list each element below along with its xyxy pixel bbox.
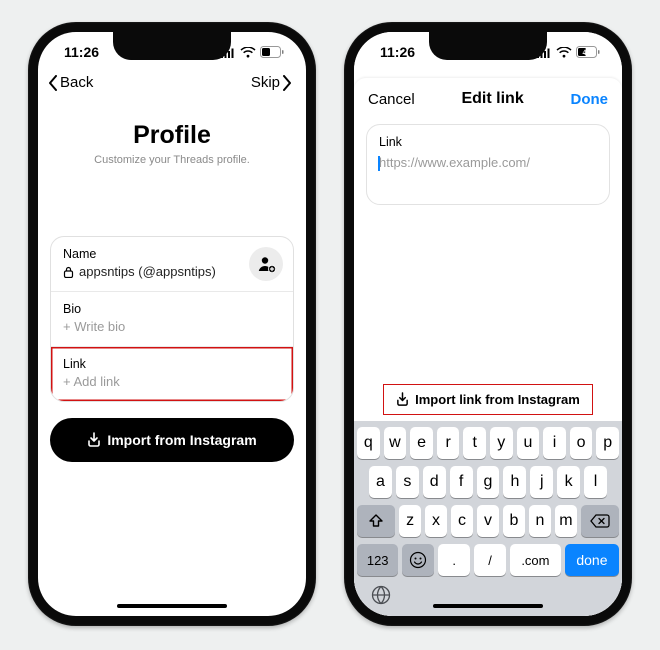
name-value: appsntips (@appsntips) xyxy=(79,264,216,279)
import-instagram-button[interactable]: Import from Instagram xyxy=(50,418,294,462)
link-section[interactable]: Link + Add link xyxy=(51,346,293,401)
notch xyxy=(429,32,547,60)
key-o[interactable]: o xyxy=(570,427,593,459)
slash-key[interactable]: / xyxy=(474,544,506,576)
dot-key[interactable]: . xyxy=(438,544,470,576)
backspace-icon xyxy=(590,514,610,528)
skip-button[interactable]: Skip xyxy=(251,74,292,91)
key-a[interactable]: a xyxy=(369,466,392,498)
key-b[interactable]: b xyxy=(503,505,525,537)
name-label: Name xyxy=(63,247,281,261)
sheet-title: Edit link xyxy=(461,90,523,108)
key-l[interactable]: l xyxy=(584,466,607,498)
bio-label: Bio xyxy=(63,302,281,316)
key-h[interactable]: h xyxy=(503,466,526,498)
key-z[interactable]: z xyxy=(399,505,421,537)
lock-icon xyxy=(63,266,74,278)
dotcom-key[interactable]: .com xyxy=(510,544,561,576)
link-placeholder: + Add link xyxy=(63,374,281,389)
keyboard: qwertyuiop asdfghjkl zxcvbnm 123 xyxy=(354,421,622,580)
import-link-instagram-button[interactable]: Import link from Instagram xyxy=(383,384,593,415)
key-row-3: zxcvbnm xyxy=(357,505,619,537)
key-q[interactable]: q xyxy=(357,427,380,459)
emoji-key[interactable] xyxy=(402,544,434,576)
key-u[interactable]: u xyxy=(517,427,540,459)
key-c[interactable]: c xyxy=(451,505,473,537)
key-j[interactable]: j xyxy=(530,466,553,498)
notch xyxy=(113,32,231,60)
key-r[interactable]: r xyxy=(437,427,460,459)
battery-icon: 42 xyxy=(576,46,600,58)
back-button[interactable]: Back xyxy=(48,74,93,91)
status-time: 11:26 xyxy=(64,44,99,60)
edit-link-sheet: Cancel Edit link Done Link https://www.e… xyxy=(354,78,622,616)
key-t[interactable]: t xyxy=(463,427,486,459)
shift-key[interactable] xyxy=(357,505,395,537)
link-input-label: Link xyxy=(379,135,597,149)
key-e[interactable]: e xyxy=(410,427,433,459)
import-icon xyxy=(396,392,409,407)
link-label: Link xyxy=(63,357,281,371)
key-f[interactable]: f xyxy=(450,466,473,498)
status-time: 11:26 xyxy=(380,44,415,60)
keyboard-done-key[interactable]: done xyxy=(565,544,619,576)
profile-card: Name appsntips (@appsntips) Bio + Write … xyxy=(50,236,294,402)
avatar-add-button[interactable] xyxy=(249,247,283,281)
chevron-right-icon xyxy=(282,75,292,91)
text-cursor xyxy=(378,156,380,171)
link-input-field[interactable]: https://www.example.com/ xyxy=(379,155,597,170)
key-y[interactable]: y xyxy=(490,427,513,459)
page-subtitle: Customize your Threads profile. xyxy=(38,154,306,166)
home-indicator[interactable] xyxy=(433,604,543,609)
key-x[interactable]: x xyxy=(425,505,447,537)
phone-left: 11:26 Back Skip Profile Customize yo xyxy=(28,22,316,626)
bio-section[interactable]: Bio + Write bio xyxy=(51,291,293,346)
key-g[interactable]: g xyxy=(477,466,500,498)
page-title: Profile xyxy=(38,121,306,150)
chevron-left-icon xyxy=(48,75,58,91)
key-d[interactable]: d xyxy=(423,466,446,498)
key-w[interactable]: w xyxy=(384,427,407,459)
home-indicator[interactable] xyxy=(117,604,227,609)
battery-icon xyxy=(260,46,284,58)
person-add-icon xyxy=(255,253,277,275)
key-v[interactable]: v xyxy=(477,505,499,537)
key-m[interactable]: m xyxy=(555,505,577,537)
import-icon xyxy=(87,432,101,448)
key-s[interactable]: s xyxy=(396,466,419,498)
key-n[interactable]: n xyxy=(529,505,551,537)
key-p[interactable]: p xyxy=(596,427,619,459)
wifi-icon xyxy=(556,47,572,58)
link-input-card[interactable]: Link https://www.example.com/ xyxy=(366,124,610,205)
svg-text:42: 42 xyxy=(583,48,591,57)
backspace-key[interactable] xyxy=(581,505,619,537)
name-section[interactable]: Name appsntips (@appsntips) xyxy=(51,237,293,291)
key-row-1: qwertyuiop xyxy=(357,427,619,459)
key-k[interactable]: k xyxy=(557,466,580,498)
wifi-icon xyxy=(240,47,256,58)
key-row-2: asdfghjkl xyxy=(357,466,619,498)
phone-right: 11:26 42 Cancel Edit link Done Link xyxy=(344,22,632,626)
bio-placeholder: + Write bio xyxy=(63,319,281,334)
emoji-icon xyxy=(409,551,427,569)
shift-icon xyxy=(368,513,384,529)
done-button[interactable]: Done xyxy=(571,91,609,108)
numbers-key[interactable]: 123 xyxy=(357,544,398,576)
cancel-button[interactable]: Cancel xyxy=(368,91,415,108)
key-i[interactable]: i xyxy=(543,427,566,459)
